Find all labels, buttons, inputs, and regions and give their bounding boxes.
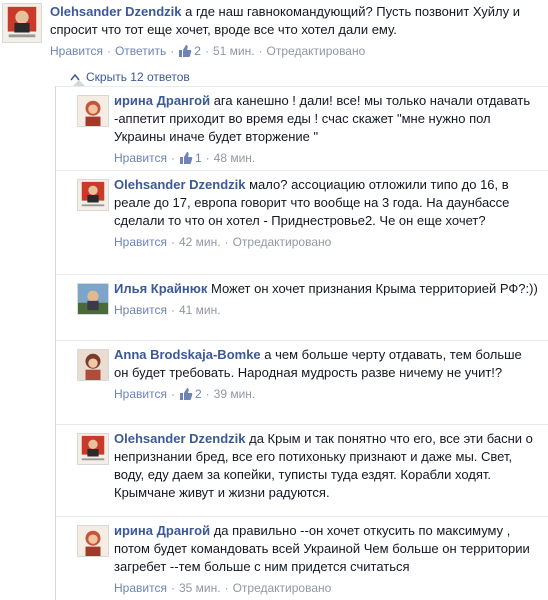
- comment-time[interactable]: 48 мин.: [214, 151, 256, 165]
- comment-author[interactable]: Olehsander Dzendzik: [50, 4, 181, 19]
- comment-time[interactable]: 51 мин.: [213, 44, 255, 58]
- edited-label[interactable]: Отредактировано: [267, 44, 366, 58]
- reply-item: Olehsander Dzendzik да Крым и так понятн…: [55, 424, 548, 516]
- comment-author[interactable]: ирина Дрангой: [114, 93, 210, 108]
- comment-author[interactable]: Olehsander Dzendzik: [114, 177, 245, 192]
- avatar[interactable]: [2, 3, 42, 43]
- like-count[interactable]: 2: [179, 387, 202, 401]
- comment-meta: Нравится · 2 · 39 мин.: [114, 387, 256, 401]
- avatar[interactable]: [77, 525, 109, 557]
- replies-thread: ирина Дрангой ага канешно ! дали! все! м…: [55, 80, 548, 600]
- reply-item: Anna Brodskaja-Bomke а чем больше черту …: [55, 340, 548, 424]
- comment-meta: Нравится · 35 мин. · Отредактировано: [114, 581, 332, 595]
- like-button[interactable]: Нравится: [114, 303, 167, 317]
- reply-item: Olehsander Dzendzik мало? ассоциацию отл…: [55, 170, 548, 274]
- comment-time[interactable]: 41 мин.: [179, 303, 221, 317]
- like-count[interactable]: 2: [178, 44, 201, 58]
- comment-time[interactable]: 35 мин.: [179, 581, 221, 595]
- comment-author[interactable]: ирина Дрангой: [114, 523, 210, 538]
- avatar[interactable]: [77, 283, 109, 315]
- like-count[interactable]: 1: [179, 151, 202, 165]
- comment-author[interactable]: Илья Крайнюк: [114, 281, 207, 296]
- like-button[interactable]: Нравится: [50, 44, 103, 58]
- reply-item: ирина Дрангой да правильно --он хочет от…: [55, 516, 548, 600]
- comment-meta: Нравится · Ответить · 2 · 51 мин. · Отредактиров…: [50, 44, 366, 58]
- avatar[interactable]: [77, 349, 109, 381]
- hide-replies-link[interactable]: Скрыть 12 ответов: [70, 69, 190, 85]
- edited-label[interactable]: Отредактировано: [233, 235, 332, 249]
- thumbs-up-icon: [179, 387, 193, 401]
- comment-author[interactable]: Olehsander Dzendzik: [114, 431, 245, 446]
- comment-time[interactable]: 39 мин.: [214, 387, 256, 401]
- like-button[interactable]: Нравится: [114, 235, 167, 249]
- avatar[interactable]: [77, 95, 109, 127]
- thumbs-up-icon: [179, 151, 193, 165]
- like-button[interactable]: Нравится: [114, 581, 167, 595]
- like-button[interactable]: Нравится: [114, 387, 167, 401]
- avatar[interactable]: [77, 433, 109, 465]
- hide-replies-label[interactable]: Скрыть 12 ответов: [86, 70, 190, 84]
- comment-meta: Нравится · 1 · 48 мин.: [114, 151, 256, 165]
- comment-text: Может он хочет признания Крыма территори…: [210, 281, 538, 296]
- comment-meta: Нравится · 41 мин.: [114, 303, 221, 317]
- reply-button[interactable]: Ответить: [115, 44, 166, 58]
- thumbs-up-icon: [178, 44, 192, 58]
- reply-item: Илья Крайнюк Может он хочет признания Кр…: [55, 274, 548, 340]
- reply-item: ирина Дрангой ага канешно ! дали! все! м…: [55, 86, 548, 170]
- avatar[interactable]: [77, 179, 109, 211]
- comment-time[interactable]: 42 мин.: [179, 235, 221, 249]
- comment-meta: Нравится · 42 мин. · Отредактировано: [114, 235, 332, 249]
- edited-label[interactable]: Отредактировано: [233, 581, 332, 595]
- like-button[interactable]: Нравится: [114, 151, 167, 165]
- comment-author[interactable]: Anna Brodskaja-Bomke: [114, 347, 261, 362]
